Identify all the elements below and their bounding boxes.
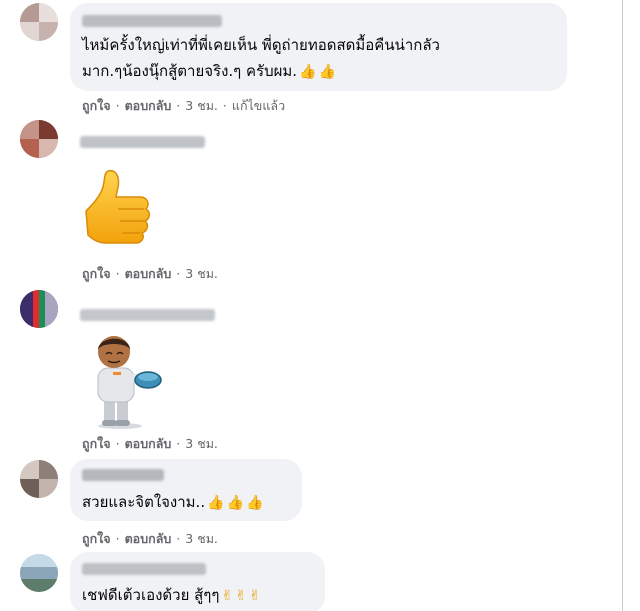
- separator: ·: [176, 266, 181, 281]
- timestamp[interactable]: 3 ชม.: [185, 98, 218, 113]
- avatar[interactable]: [20, 460, 58, 498]
- like-link[interactable]: ถูกใจ: [82, 266, 111, 281]
- comment-text: เชฟดีเต้วเองด้วย สู้ๆๆ: [82, 586, 220, 604]
- chef-sticker: [97, 336, 162, 429]
- edited-label: แก้ไขแล้ว: [231, 98, 286, 113]
- comment-actions: ถูกใจ · ตอบกลับ · 3 ชม.: [82, 529, 218, 549]
- separator: ·: [222, 98, 227, 113]
- comment-bubble: เชฟดีเต้วเองด้วย สู้ๆๆ ✌ ✌ ✌: [70, 552, 325, 611]
- thumbs-up-sticker: [85, 169, 150, 244]
- avatar[interactable]: [20, 290, 58, 328]
- comment-text-line: เชฟดีเต้วเองด้วย สู้ๆๆ ✌ ✌ ✌: [82, 585, 261, 605]
- commenter-name[interactable]: [82, 469, 164, 481]
- reply-link[interactable]: ตอบกลับ: [125, 266, 172, 281]
- separator: ·: [115, 436, 120, 451]
- separator: ·: [115, 266, 120, 281]
- like-link[interactable]: ถูกใจ: [82, 436, 111, 451]
- comment-text-part: มาก.ๆน้องนุ๊กสู้ตายจริง.ๆ ครับผม.: [82, 62, 298, 80]
- comment-actions: ถูกใจ · ตอบกลับ · 3 ชม.: [82, 264, 218, 284]
- thumbs-up-icon: 👍: [245, 495, 264, 511]
- timestamp[interactable]: 3 ชม.: [185, 531, 218, 546]
- avatar[interactable]: [20, 120, 58, 158]
- comment-text: สวยและจิตใจงาม..: [82, 493, 206, 511]
- commenter-name[interactable]: [80, 309, 215, 321]
- comment-bubble: สวยและจิตใจงาม.. 👍 👍 👍: [70, 459, 302, 521]
- timestamp[interactable]: 3 ชม.: [185, 436, 218, 451]
- comment-actions: ถูกใจ · ตอบกลับ · 3 ชม.: [82, 434, 218, 454]
- thumbs-up-icon: 👍: [207, 495, 225, 511]
- separator: ·: [176, 98, 181, 113]
- feed-right-border: [622, 0, 623, 611]
- avatar[interactable]: [20, 554, 58, 592]
- commenter-name[interactable]: [82, 15, 222, 27]
- comment-actions: ถูกใจ · ตอบกลับ · 3 ชม. · แก้ไขแล้ว: [82, 96, 285, 116]
- reply-link[interactable]: ตอบกลับ: [125, 98, 172, 113]
- reply-link[interactable]: ตอบกลับ: [125, 531, 172, 546]
- separator: ·: [176, 531, 181, 546]
- separator: ·: [115, 98, 120, 113]
- victory-hand-icon: ✌: [221, 588, 234, 604]
- comment-text: ไหม้ครั้งใหญ่เท่าที่พี่เคยเห็น พี่ดูถ่าย…: [82, 36, 440, 54]
- comment-bubble: ไหม้ครั้งใหญ่เท่าที่พี่เคยเห็น พี่ดูถ่าย…: [70, 3, 567, 91]
- like-link[interactable]: ถูกใจ: [82, 98, 111, 113]
- separator: ·: [115, 531, 120, 546]
- commenter-name[interactable]: [82, 563, 206, 575]
- victory-hand-icon: ✌: [235, 588, 247, 604]
- separator: ·: [176, 436, 181, 451]
- like-link[interactable]: ถูกใจ: [82, 531, 111, 546]
- commenter-name[interactable]: [80, 136, 205, 148]
- thumbs-up-icon: 👍: [318, 64, 336, 80]
- thumbs-up-icon: 👍: [299, 64, 317, 80]
- reply-link[interactable]: ตอบกลับ: [125, 436, 172, 451]
- victory-hand-icon: ✌: [248, 588, 261, 604]
- timestamp[interactable]: 3 ชม.: [185, 266, 218, 281]
- comment-text-line: สวยและจิตใจงาม.. 👍 👍 👍: [82, 492, 263, 512]
- avatar[interactable]: [20, 3, 58, 41]
- thumbs-up-icon: 👍: [226, 495, 244, 511]
- comment-text-line2: มาก.ๆน้องนุ๊กสู้ตายจริง.ๆ ครับผม. 👍 👍: [82, 61, 336, 81]
